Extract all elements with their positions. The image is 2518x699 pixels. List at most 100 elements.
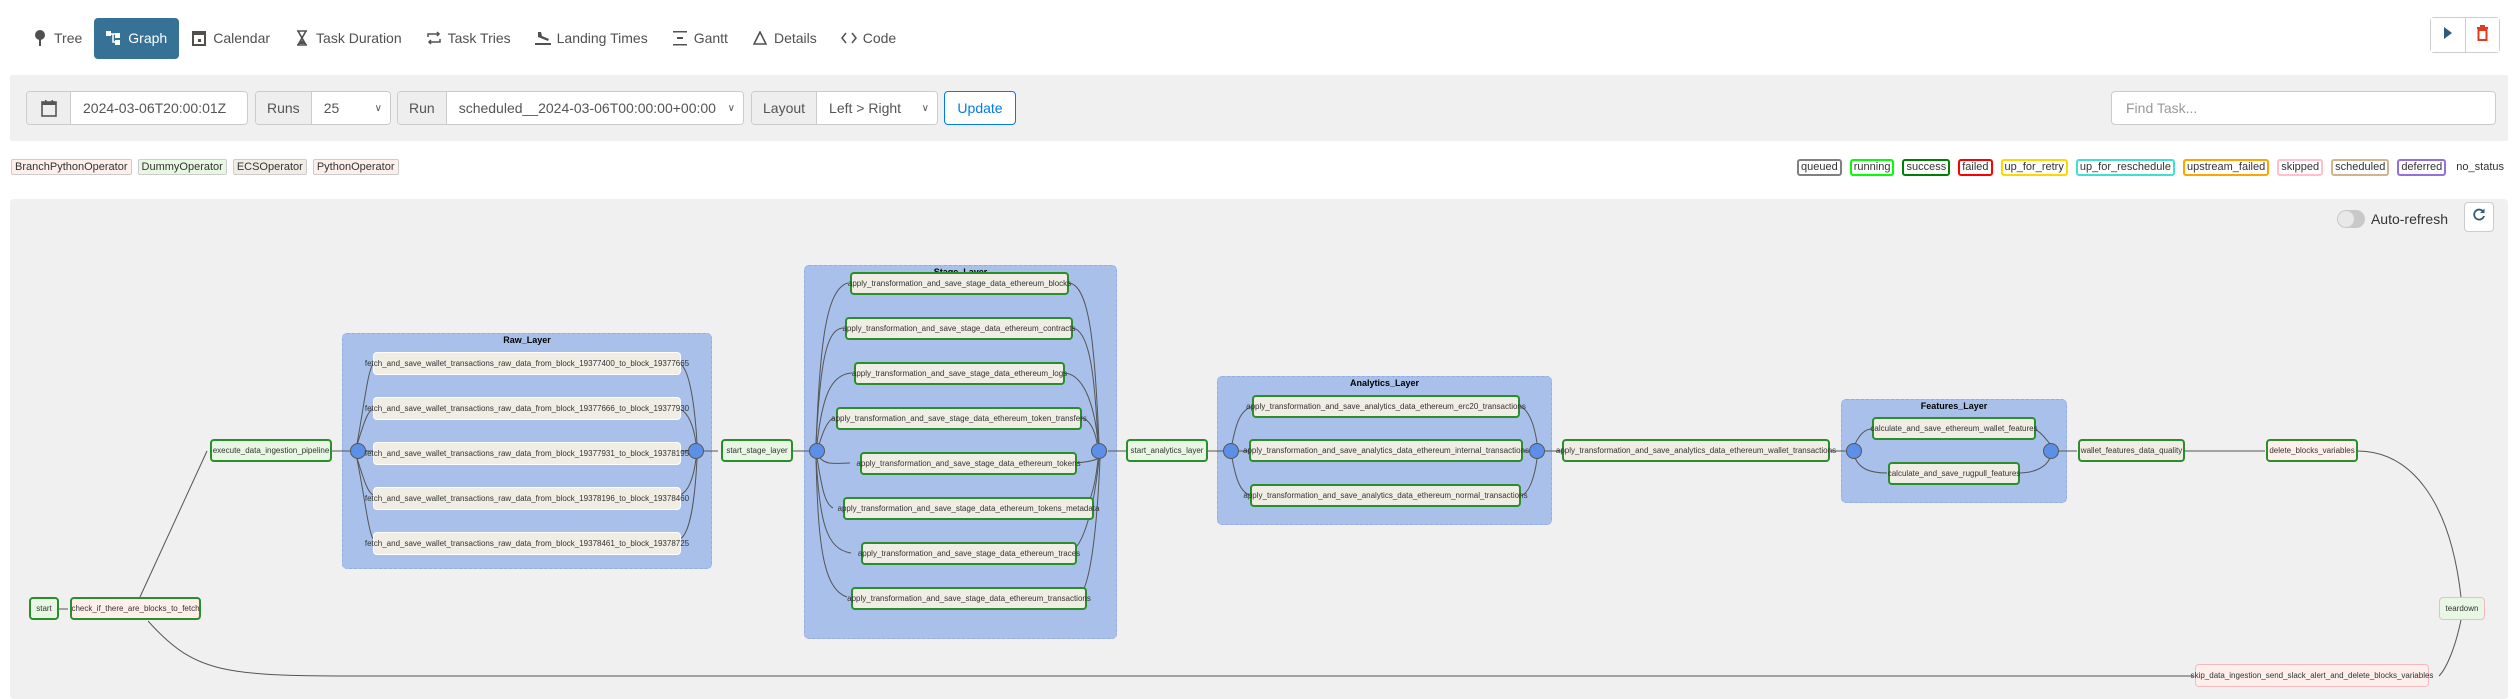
task-raw-fetch-5[interactable]: fetch_and_save_wallet_transactions_raw_d… xyxy=(365,532,689,555)
task-start-analytics-layer[interactable]: start_analytics_layer xyxy=(1126,439,1208,462)
auto-refresh-toggle[interactable] xyxy=(2336,210,2365,228)
code-icon xyxy=(840,30,857,46)
find-task-input[interactable]: Find Task... xyxy=(2111,91,2496,125)
task-raw-fetch-2[interactable]: fetch_and_save_wallet_transactions_raw_d… xyxy=(365,397,689,420)
analytics-layer-upstream-join[interactable] xyxy=(1223,443,1239,459)
tree-icon xyxy=(32,30,48,46)
task-stage-ethereum-tokens[interactable]: apply_transformation_and_save_stage_data… xyxy=(856,452,1081,475)
task-stage-ethereum-logs[interactable]: apply_transformation_and_save_stage_data… xyxy=(852,362,1067,385)
task-analytics-internal-transactions[interactable]: apply_transformation_and_save_analytics_… xyxy=(1243,439,1529,462)
analytics-layer-downstream-join[interactable] xyxy=(1529,443,1545,459)
runs-select[interactable]: 25 ∨ xyxy=(311,92,390,124)
state-up-for-retry[interactable]: up_for_retry xyxy=(2000,159,2068,176)
tab-gantt[interactable]: Gantt xyxy=(660,18,740,58)
tab-label: Landing Times xyxy=(556,30,648,46)
task-raw-fetch-1[interactable]: fetch_and_save_wallet_transactions_raw_d… xyxy=(365,352,689,375)
tab-label: Details xyxy=(773,30,817,46)
task-stage-ethereum-blocks[interactable]: apply_transformation_and_save_stage_data… xyxy=(848,272,1071,295)
trigger-dag-button[interactable] xyxy=(2431,18,2465,52)
base-date-group: 2024-03-06T20:00:01Z xyxy=(26,91,248,125)
layout-group: Layout Left > Right ∨ xyxy=(751,91,938,125)
trash-icon xyxy=(2477,24,2488,46)
task-raw-fetch-3[interactable]: fetch_and_save_wallet_transactions_raw_d… xyxy=(365,442,689,465)
task-check-if-there-are-blocks-to-fetch[interactable]: check_if_there_are_blocks_to_fetch xyxy=(70,597,201,620)
features-layer-upstream-join[interactable] xyxy=(1846,443,1862,459)
tab-calendar[interactable]: Calendar xyxy=(179,18,282,58)
layout-select[interactable]: Left > Right ∨ xyxy=(817,92,937,124)
state-no-status[interactable]: no_status xyxy=(2454,161,2506,174)
state-upstream-failed[interactable]: upstream_failed xyxy=(2182,159,2270,176)
runs-group: Runs 25 ∨ xyxy=(255,91,391,125)
chevron-down-icon: ∨ xyxy=(727,102,735,114)
tab-task-tries[interactable]: Task Tries xyxy=(414,18,523,58)
task-execute-data-ingestion-pipeline[interactable]: execute_data_ingestion_pipeline xyxy=(210,439,332,462)
tab-details[interactable]: Details xyxy=(740,18,829,58)
tab-graph[interactable]: Graph xyxy=(94,17,180,59)
state-success[interactable]: success xyxy=(1902,159,1951,176)
task-skip-data-ingestion-send-slack-alert[interactable]: skip_data_ingestion_send_slack_alert_and… xyxy=(2191,664,2433,687)
tab-label: Tree xyxy=(54,30,83,46)
group-title: Features_Layer xyxy=(1920,401,1988,411)
state-running[interactable]: running xyxy=(1849,159,1895,176)
task-raw-fetch-4[interactable]: fetch_and_save_wallet_transactions_raw_d… xyxy=(365,487,689,510)
task-wallet-features-data-quality[interactable]: wallet_features_data_quality xyxy=(2078,439,2185,462)
task-analytics-erc20-transactions[interactable]: apply_transformation_and_save_analytics_… xyxy=(1246,395,1526,418)
task-delete-blocks-variables[interactable]: delete_blocks_variables xyxy=(2266,439,2358,462)
stage-layer-downstream-join[interactable] xyxy=(1091,443,1107,459)
tab-label: Task Duration xyxy=(316,30,402,46)
hourglass-icon xyxy=(294,30,310,46)
task-calculate-ethereum-wallet-features[interactable]: calculate_and_save_ethereum_wallet_featu… xyxy=(1870,417,2038,440)
update-button[interactable]: Update xyxy=(944,91,1016,125)
tab-label: Task Tries xyxy=(447,30,511,46)
task-teardown[interactable]: teardown xyxy=(2439,597,2485,620)
edge xyxy=(2356,450,2462,598)
task-stage-ethereum-transactions[interactable]: apply_transformation_and_save_stage_data… xyxy=(847,587,1091,610)
tab-tree[interactable]: Tree xyxy=(20,18,94,58)
state-failed[interactable]: failed xyxy=(1958,159,1993,176)
edge xyxy=(147,620,2194,677)
auto-refresh[interactable]: Auto-refresh xyxy=(2336,210,2448,228)
layout-value: Left > Right xyxy=(829,100,902,116)
operator-legend: BranchPythonOperator DummyOperator ECSOp… xyxy=(11,159,399,175)
raw-layer-upstream-join[interactable] xyxy=(350,443,366,459)
raw-layer-downstream-join[interactable] xyxy=(688,443,704,459)
task-start-stage-layer[interactable]: start_stage_layer xyxy=(721,439,793,462)
base-date-input[interactable]: 2024-03-06T20:00:01Z xyxy=(71,92,239,124)
state-skipped[interactable]: skipped xyxy=(2277,159,2324,176)
run-group: Run scheduled__2024-03-06T00:00:00+00:00… xyxy=(397,91,744,125)
run-value: scheduled__2024-03-06T00:00:00+00:00 xyxy=(458,100,716,116)
tab-landing-times[interactable]: Landing Times xyxy=(523,18,660,58)
task-start[interactable]: start xyxy=(29,597,59,620)
calendar-icon[interactable] xyxy=(27,92,71,124)
task-stage-ethereum-traces[interactable]: apply_transformation_and_save_stage_data… xyxy=(858,542,1080,565)
tab-task-duration[interactable]: Task Duration xyxy=(282,18,414,58)
refresh-button[interactable] xyxy=(2464,202,2494,232)
task-stage-ethereum-contracts[interactable]: apply_transformation_and_save_stage_data… xyxy=(842,317,1076,340)
task-calculate-rugpull-features[interactable]: calculate_and_save_rugpull_features xyxy=(1888,462,2020,485)
filter-bar: 2024-03-06T20:00:01Z Runs 25 ∨ Run sched… xyxy=(10,75,2508,141)
repeat-icon xyxy=(426,30,442,46)
features-layer-downstream-join[interactable] xyxy=(2043,443,2059,459)
run-select[interactable]: scheduled__2024-03-06T00:00:00+00:00 ∨ xyxy=(446,92,743,124)
edge xyxy=(139,450,208,598)
legend-branch-python-operator: BranchPythonOperator xyxy=(11,159,132,175)
stage-layer-upstream-join[interactable] xyxy=(809,443,825,459)
gantt-icon xyxy=(672,30,688,46)
plane-landing-icon xyxy=(534,30,551,46)
graph-icon xyxy=(106,30,122,46)
task-stage-ethereum-tokens-metadata[interactable]: apply_transformation_and_save_stage_data… xyxy=(838,497,1099,520)
state-queued[interactable]: queued xyxy=(1797,159,1842,176)
task-analytics-normal-transactions[interactable]: apply_transformation_and_save_analytics_… xyxy=(1243,484,1528,507)
state-up-for-reschedule[interactable]: up_for_reschedule xyxy=(2075,159,2175,176)
edge xyxy=(2438,619,2462,677)
group-title: Raw_Layer xyxy=(503,335,551,345)
runs-value: 25 xyxy=(323,100,340,116)
tab-code[interactable]: Code xyxy=(829,18,908,58)
state-scheduled[interactable]: scheduled xyxy=(2331,159,2390,176)
task-group-features-layer[interactable]: Features_Layer xyxy=(1841,399,2067,503)
state-deferred[interactable]: deferred xyxy=(2397,159,2447,176)
delete-dag-button[interactable] xyxy=(2465,18,2499,52)
task-stage-ethereum-token-transfers[interactable]: apply_transformation_and_save_stage_data… xyxy=(831,407,1087,430)
dag-actions xyxy=(2430,17,2500,53)
task-analytics-wallet-transactions[interactable]: apply_transformation_and_save_analytics_… xyxy=(1556,439,1836,462)
